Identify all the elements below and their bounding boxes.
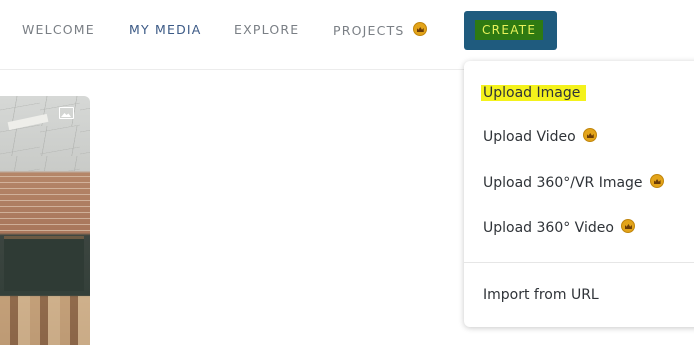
nav-welcome[interactable]: WELCOME	[22, 22, 95, 37]
image-icon	[59, 107, 74, 119]
nav-my-media[interactable]: MY MEDIA	[129, 22, 202, 37]
nav-explore[interactable]: EXPLORE	[234, 22, 299, 37]
thumbnail-ceiling	[0, 96, 90, 171]
upload-image-label: Upload Image	[481, 85, 587, 101]
crown-icon	[620, 219, 635, 233]
crown-icon	[412, 22, 427, 36]
crown-icon	[582, 128, 597, 142]
menu-item-upload-360-video[interactable]: Upload 360° Video	[483, 216, 635, 240]
menu-item-import-from-url[interactable]: Import from URL	[483, 283, 599, 307]
media-thumbnail[interactable]	[0, 96, 90, 345]
create-button[interactable]: CREATE	[464, 11, 557, 50]
create-dropdown-menu: Upload Image Upload Video Upload 360°/VR…	[464, 61, 694, 327]
crown-icon	[649, 174, 664, 188]
menu-item-upload-image[interactable]: Upload Image	[481, 81, 587, 105]
menu-item-upload-video[interactable]: Upload Video	[483, 125, 597, 149]
top-navigation: WELCOME MY MEDIA EXPLORE PROJECTS CREATE	[0, 0, 694, 70]
thumbnail-wall	[0, 171, 90, 231]
menu-divider	[464, 262, 694, 263]
menu-item-upload-360-vr-image[interactable]: Upload 360°/VR Image	[483, 171, 664, 195]
thumbnail-chalkboard	[4, 236, 84, 291]
upload-360-video-label: Upload 360° Video	[483, 220, 614, 236]
nav-projects-label: PROJECTS	[333, 23, 405, 38]
thumbnail-desks	[0, 296, 90, 345]
import-from-url-label: Import from URL	[483, 287, 599, 303]
create-button-label: CREATE	[475, 20, 544, 40]
nav-projects[interactable]: PROJECTS	[333, 22, 427, 38]
upload-video-label: Upload Video	[483, 129, 576, 145]
upload-360-vr-image-label: Upload 360°/VR Image	[483, 175, 643, 191]
